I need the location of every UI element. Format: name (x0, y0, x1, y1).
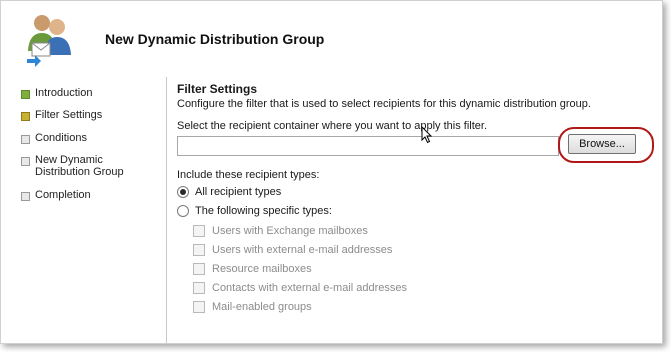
nav-step-introduction[interactable]: Introduction (21, 87, 160, 99)
group-users-icon (27, 15, 71, 67)
nav-step-new-dynamic-distribution-group[interactable]: New Dynamic Distribution Group (21, 154, 160, 178)
checkbox-label: Users with external e-mail addresses (212, 244, 393, 256)
mouse-cursor-icon (421, 126, 433, 144)
filter-settings-panel: Filter Settings Configure the filter tha… (175, 77, 662, 343)
nav-divider (166, 77, 167, 343)
checkbox-resource-mailboxes[interactable]: Resource mailboxes (193, 263, 312, 275)
radio-specific-types[interactable]: The following specific types: (177, 205, 332, 217)
recipient-container-field[interactable] (177, 136, 559, 156)
section-title: Filter Settings (177, 82, 258, 96)
wizard-header: New Dynamic Distribution Group (1, 1, 662, 77)
checkbox-disabled-icon (193, 244, 205, 256)
step-pending-icon (21, 157, 30, 166)
checkbox-external-contacts[interactable]: Contacts with external e-mail addresses (193, 282, 407, 294)
nav-step-label: Introduction (35, 87, 93, 99)
radio-unselected-icon (177, 205, 189, 217)
radio-label: The following specific types: (195, 205, 332, 217)
filter-description: Configure the filter that is used to sel… (177, 98, 591, 110)
checkbox-label: Users with Exchange mailboxes (212, 225, 368, 237)
checkbox-label: Resource mailboxes (212, 263, 312, 275)
nav-step-label: Conditions (35, 132, 87, 144)
radio-all-recipient-types[interactable]: All recipient types (177, 186, 281, 198)
checkbox-label: Contacts with external e-mail addresses (212, 282, 408, 294)
checkbox-disabled-icon (193, 263, 205, 275)
nav-step-label: New Dynamic Distribution Group (35, 154, 124, 178)
nav-step-label: Filter Settings (35, 109, 103, 121)
nav-step-completion[interactable]: Completion (21, 189, 160, 201)
nav-step-label: Completion (35, 189, 91, 201)
radio-label: All recipient types (195, 186, 282, 198)
checkbox-mail-enabled-groups[interactable]: Mail-enabled groups (193, 301, 312, 313)
wizard-steps-nav: Introduction Filter Settings Conditions … (1, 77, 166, 343)
checkbox-disabled-icon (193, 282, 205, 294)
browse-button[interactable]: Browse... (568, 134, 636, 154)
checkbox-exchange-mailboxes[interactable]: Users with Exchange mailboxes (193, 225, 368, 237)
step-pending-icon (21, 135, 30, 144)
step-pending-icon (21, 192, 30, 201)
checkbox-disabled-icon (193, 301, 205, 313)
wizard-title: New Dynamic Distribution Group (105, 31, 325, 47)
step-complete-icon (21, 90, 30, 99)
checkbox-label: Mail-enabled groups (212, 301, 312, 313)
step-current-icon (21, 112, 30, 121)
types-prompt: Include these recipient types: (177, 169, 320, 181)
nav-step-filter-settings[interactable]: Filter Settings (21, 109, 160, 121)
container-prompt: Select the recipient container where you… (177, 120, 488, 132)
radio-selected-icon (177, 186, 189, 198)
checkbox-external-email-users[interactable]: Users with external e-mail addresses (193, 244, 392, 256)
wizard-window: New Dynamic Distribution Group Introduct… (0, 0, 663, 344)
checkbox-disabled-icon (193, 225, 205, 237)
nav-step-conditions[interactable]: Conditions (21, 132, 160, 144)
